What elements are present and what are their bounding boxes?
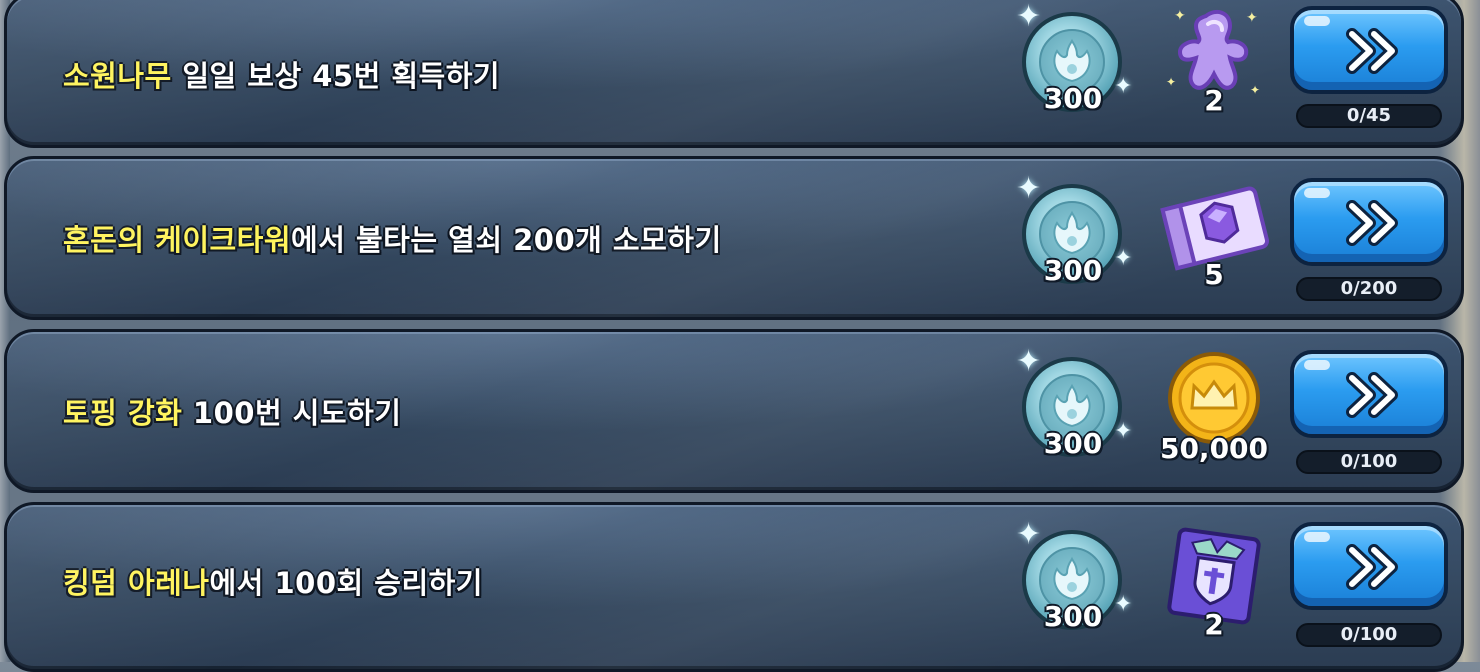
double-chevron-right-icon: [1346, 200, 1398, 246]
item-reward: 2: [1158, 526, 1270, 641]
item-reward-count: 2: [1204, 608, 1224, 641]
mission-title: 토핑 강화 100번 시도하기: [63, 390, 401, 432]
go-button[interactable]: [1290, 178, 1448, 266]
mission-title-highlight: 소원나무: [63, 59, 172, 93]
mission-title-rest: 에서 불타는 열쇠 200개 소모하기: [291, 223, 722, 257]
mission-title: 킹덤 아레나에서 100회 승리하기: [63, 560, 483, 602]
coin-reward-amount: 300: [1043, 427, 1103, 460]
gold-crown-coin-icon: [1168, 352, 1260, 444]
mission-title-rest: 에서 100회 승리하기: [209, 566, 483, 600]
progress-label: 0/45: [1346, 105, 1392, 126]
progress-label: 0/100: [1340, 624, 1398, 645]
progress-label: 0/200: [1340, 278, 1398, 299]
coin-reward-amount: 300: [1043, 254, 1103, 287]
svg-text:✦: ✦: [1246, 10, 1258, 26]
svg-text:✦: ✦: [1174, 8, 1186, 24]
double-chevron-right-icon: [1346, 372, 1398, 418]
item-reward-count: 2: [1204, 84, 1224, 117]
mission-title-highlight: 혼돈의 케이크타워: [63, 223, 292, 257]
mission-title-rest: 일일 보상 45번 획득하기: [171, 59, 501, 93]
sparkle-icon: ✦: [1016, 171, 1042, 206]
sparkle-icon: ✦: [1016, 517, 1042, 552]
progress-bar: 0/100: [1296, 450, 1442, 474]
coin-reward-amount: 300: [1043, 600, 1103, 633]
double-chevron-right-icon: [1346, 28, 1398, 74]
crystal-coin-reward: ✦ ✦ 300: [1016, 174, 1132, 290]
progress-label: 0/100: [1340, 451, 1398, 472]
progress-bar: 0/100: [1296, 623, 1442, 647]
item-reward: 50,000: [1158, 352, 1270, 465]
crystal-coin-reward: ✦ ✦ 300: [1016, 347, 1132, 463]
crystal-coin-reward: ✦ ✦ 300: [1016, 2, 1132, 118]
sparkle-icon: ✦: [1016, 344, 1042, 379]
go-button[interactable]: [1290, 6, 1448, 94]
go-button[interactable]: [1290, 522, 1448, 610]
mission-title: 혼돈의 케이크타워에서 불타는 열쇠 200개 소모하기: [63, 217, 722, 259]
item-reward: 5: [1158, 180, 1270, 291]
item-reward: ✦ ✦ ✦ ✦ 2: [1158, 6, 1270, 117]
mission-title-rest: 100번 시도하기: [182, 396, 402, 430]
double-chevron-right-icon: [1346, 544, 1398, 590]
mission-title: 소원나무 일일 보상 45번 획득하기: [63, 53, 500, 95]
progress-bar: 0/200: [1296, 277, 1442, 301]
sparkle-icon: ✦: [1016, 0, 1042, 34]
item-reward-count: 5: [1204, 258, 1224, 291]
mission-title-highlight: 토핑 강화: [63, 396, 183, 430]
item-reward-count: 50,000: [1159, 432, 1269, 465]
go-button[interactable]: [1290, 350, 1448, 438]
mission-title-highlight: 킹덤 아레나: [63, 566, 210, 600]
progress-bar: 0/45: [1296, 104, 1442, 128]
coin-reward-amount: 300: [1043, 82, 1103, 115]
crystal-coin-reward: ✦ ✦ 300: [1016, 520, 1132, 636]
